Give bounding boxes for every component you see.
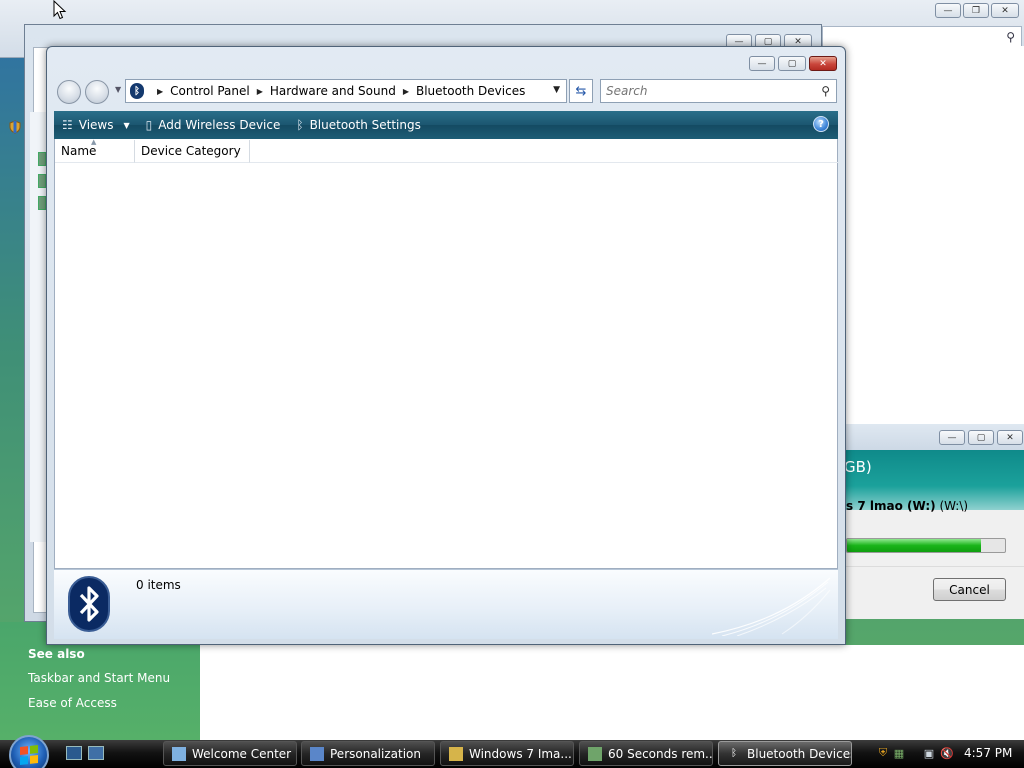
personalization-icon — [310, 746, 324, 761]
cp-item-icon — [38, 152, 46, 166]
column-device-category-label: Device Category — [141, 144, 241, 158]
taskbar-start-menu-link[interactable]: Taskbar and Start Menu — [28, 671, 170, 685]
switch-windows-icon[interactable] — [88, 746, 104, 760]
column-name-label: Name — [61, 144, 97, 158]
recent-pages-dropdown-icon[interactable]: ▼ — [115, 85, 121, 94]
bluetooth-icon: ᛒ — [296, 118, 304, 132]
start-button[interactable] — [9, 735, 49, 768]
taskbar-button-windows-7-image[interactable]: Windows 7 Ima... — [440, 741, 574, 766]
background-white-area — [200, 645, 1024, 740]
views-button[interactable]: ☷ Views ▼ — [54, 111, 138, 139]
column-header-device-category[interactable]: Device Category — [135, 140, 250, 163]
search-input[interactable] — [606, 81, 806, 101]
copy-progress-bar — [846, 538, 1006, 553]
bluetooth-icon: ᛒ — [130, 83, 144, 99]
clock[interactable]: 4:57 PM — [964, 746, 1012, 760]
windows-logo-icon — [20, 745, 38, 765]
taskbar-button-personalization[interactable]: Personalization — [301, 741, 435, 766]
forward-button[interactable] — [85, 80, 109, 104]
destination-name: s 7 lmao (W:) — [846, 499, 936, 513]
volume-muted-icon[interactable]: 🔇 — [940, 746, 954, 760]
device-list[interactable]: ▲ Name Device Category — [54, 138, 838, 569]
copy-minimize-button[interactable]: — — [939, 430, 965, 445]
maximize-button[interactable]: ▢ — [778, 56, 806, 71]
destination-path: (W:\) — [939, 499, 969, 513]
sort-ascending-icon: ▲ — [91, 138, 97, 146]
bluetooth-icon: ᛒ — [731, 748, 737, 759]
show-desktop-icon[interactable] — [66, 746, 82, 760]
copy-header-text: GB) — [844, 458, 872, 476]
chevron-down-icon: ▼ — [123, 120, 130, 130]
background-minimize-button[interactable]: — — [935, 3, 961, 18]
minimize-button[interactable]: — — [749, 56, 775, 71]
chevron-right-icon[interactable]: ▶ — [157, 87, 163, 96]
command-bar: ☷ Views ▼ ▯ Add Wireless Device ᛒ Blueto… — [54, 111, 838, 139]
taskbar-button-bluetooth-devices[interactable]: ᛒ Bluetooth Devices — [718, 741, 852, 766]
copy-progress-fill — [847, 539, 982, 552]
taskbar-button-label: Windows 7 Ima... — [469, 746, 572, 761]
views-label: Views — [78, 118, 114, 132]
background-search-box[interactable]: ⚲ — [822, 26, 1022, 48]
add-device-icon: ▯ — [145, 118, 153, 132]
folder-icon — [449, 746, 463, 761]
bluetooth-settings-button[interactable]: ᛒ Bluetooth Settings — [288, 111, 429, 139]
security-shield-icon[interactable]: ⛨ — [876, 746, 890, 760]
background-content-area — [822, 46, 1024, 424]
search-icon[interactable]: ⚲ — [821, 84, 830, 98]
address-bar[interactable]: ᛒ ▶ Control Panel ▶ Hardware and Sound ▶… — [125, 79, 567, 103]
shield-icon — [8, 120, 22, 134]
welcome-center-icon — [172, 746, 186, 761]
mouse-cursor-icon — [53, 0, 67, 20]
copy-destination: s 7 lmao (W:) (W:\) — [846, 499, 968, 513]
copy-close-button[interactable]: ✕ — [997, 430, 1023, 445]
network-icon[interactable]: ▣ — [922, 746, 936, 760]
refresh-icon: ⇆ — [575, 83, 587, 99]
cp-item-icon — [38, 174, 46, 188]
taskbar-button-label: Welcome Center — [192, 746, 292, 761]
back-button[interactable] — [57, 80, 81, 104]
search-box[interactable]: ⚲ — [600, 79, 837, 103]
cancel-button[interactable]: Cancel — [933, 578, 1006, 601]
taskbar-button-label: Personalization — [330, 746, 421, 761]
column-header-filler — [250, 140, 838, 163]
cp-item-icon — [38, 196, 46, 210]
copy-progress-icon — [588, 746, 602, 761]
see-also-heading: See also — [28, 647, 85, 661]
views-icon: ☷ — [62, 118, 73, 132]
taskbar-button-welcome-center[interactable]: Welcome Center — [163, 741, 297, 766]
help-icon[interactable]: ? — [813, 116, 829, 132]
chevron-right-icon[interactable]: ▶ — [257, 87, 263, 96]
windows-update-icon[interactable]: ▦ — [892, 746, 906, 760]
ease-of-access-link[interactable]: Ease of Access — [28, 696, 117, 710]
search-icon: ⚲ — [1006, 30, 1015, 44]
details-pane: 0 items — [54, 569, 838, 639]
chevron-right-icon[interactable]: ▶ — [403, 87, 409, 96]
item-count: 0 items — [136, 578, 181, 592]
copy-maximize-button[interactable]: ▢ — [968, 430, 994, 445]
breadcrumb-control-panel[interactable]: Control Panel — [170, 84, 250, 98]
background-restore-button[interactable]: ❐ — [963, 3, 989, 18]
bluetooth-devices-window: — ▢ ✕ ▼ ᛒ ▶ Control Panel ▶ Hardware and… — [46, 46, 846, 645]
copy-progress-window: GB) s 7 lmao (W:) (W:\) Cancel — [844, 424, 1024, 619]
taskbar-button-label: 60 Seconds rem... — [608, 746, 713, 761]
refresh-button[interactable]: ⇆ — [569, 79, 593, 103]
close-button[interactable]: ✕ — [809, 56, 837, 71]
taskbar-button-copy-progress[interactable]: 60 Seconds rem... — [579, 741, 713, 766]
decorative-swoosh-icon — [712, 577, 831, 636]
add-wireless-device-label: Add Wireless Device — [158, 118, 281, 132]
background-close-button[interactable]: ✕ — [991, 3, 1019, 18]
add-wireless-device-button[interactable]: ▯ Add Wireless Device — [138, 111, 289, 139]
bluetooth-large-icon — [68, 576, 110, 632]
column-header-name[interactable]: ▲ Name — [55, 138, 135, 163]
address-dropdown-icon[interactable]: ▼ — [553, 85, 560, 95]
taskbar-button-label: Bluetooth Devices — [747, 746, 852, 761]
bluetooth-settings-label: Bluetooth Settings — [309, 118, 421, 132]
breadcrumb-bluetooth-devices[interactable]: Bluetooth Devices — [416, 84, 525, 98]
breadcrumb: ▶ Control Panel ▶ Hardware and Sound ▶ B… — [150, 84, 525, 98]
breadcrumb-hardware-and-sound[interactable]: Hardware and Sound — [270, 84, 396, 98]
